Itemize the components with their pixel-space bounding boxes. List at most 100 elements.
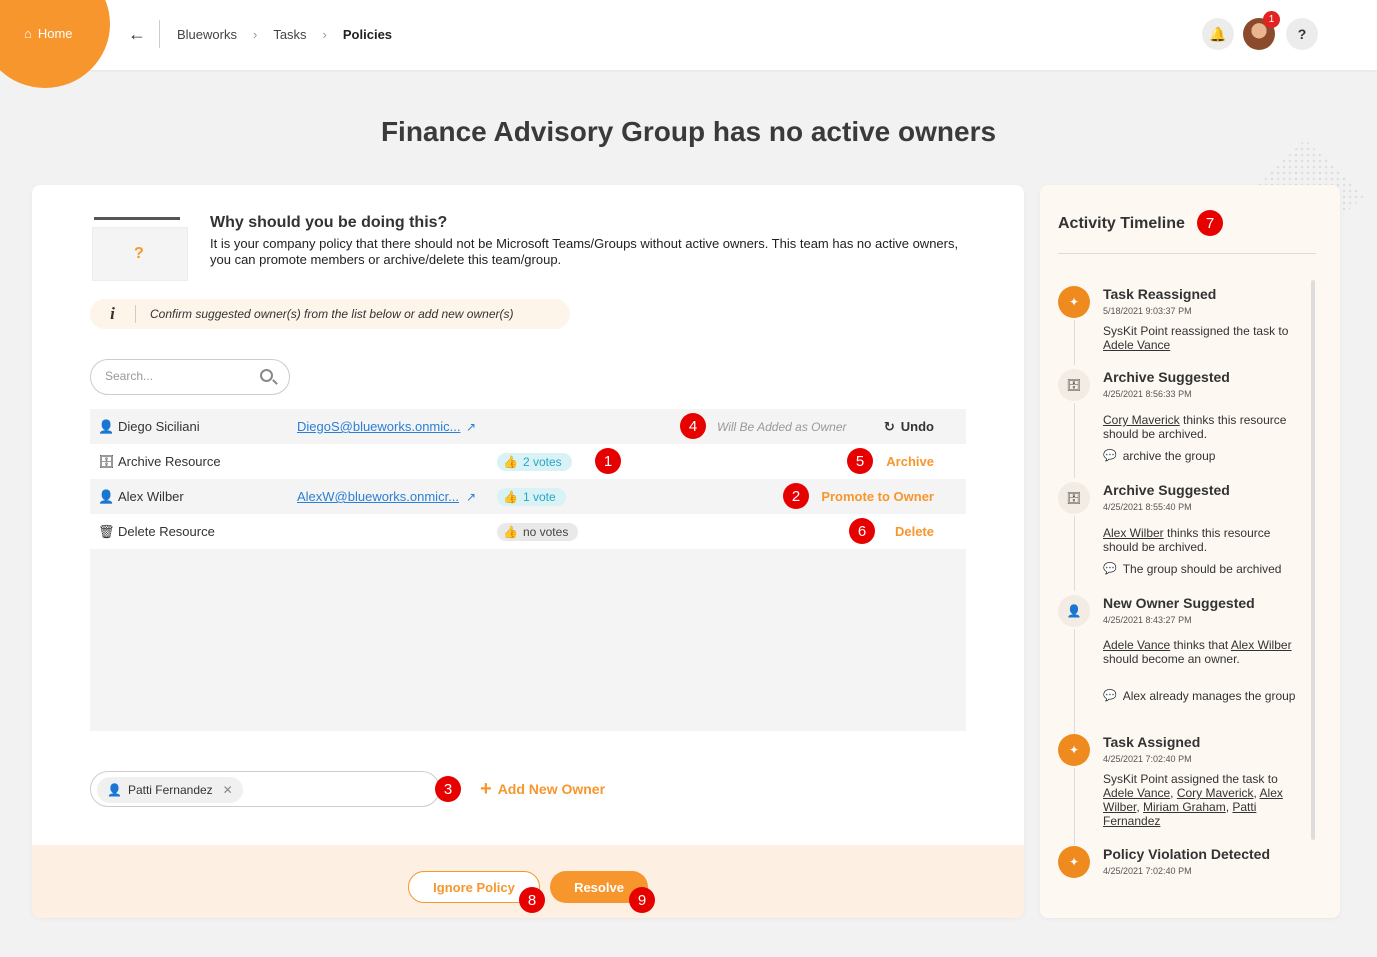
table-row: 👤 Diego Siciliani DiegoS@blueworks.onmic… — [90, 409, 966, 444]
promote-to-owner-button[interactable]: Promote to Owner — [821, 489, 934, 504]
new-owner-input[interactable]: 👤 Patti Fernandez ✕ — [90, 771, 440, 807]
chevron-right-icon: › — [252, 27, 258, 42]
timeline-comment: 💬 archive the group — [1103, 449, 1303, 463]
timeline-time: 5/18/2021 9:03:37 PM — [1103, 306, 1192, 316]
timeline-text-part: SysKit Point assigned the task to — [1103, 772, 1278, 786]
timeline-heading: Archive Suggested — [1103, 369, 1230, 385]
timeline-text: Cory Maverick thinks this resource shoul… — [1103, 413, 1303, 441]
votes-label: 1 vote — [522, 489, 556, 504]
info-bar: i Confirm suggested owner(s) from the li… — [90, 299, 570, 329]
user-icon: 👤 — [98, 418, 115, 434]
timeline-time: 4/25/2021 8:56:33 PM — [1103, 389, 1192, 399]
scrollbar[interactable] — [1311, 280, 1315, 840]
person-link[interactable]: Alex Wilber — [1103, 526, 1164, 540]
search-input[interactable] — [105, 369, 245, 383]
notifications-button[interactable]: 🔔 — [1202, 18, 1234, 50]
help-button[interactable]: ? — [1286, 18, 1318, 50]
undo-label: Undo — [900, 419, 934, 434]
task-icon: ✦ — [1058, 286, 1090, 318]
comment-text: Alex already manages the group — [1122, 689, 1296, 703]
info-icon: i — [90, 305, 136, 323]
timeline-heading: Task Assigned — [1103, 734, 1201, 750]
undo-icon: ↻ — [883, 418, 895, 434]
timeline-comment: 💬 The group should be archived — [1103, 562, 1303, 576]
row-email-link[interactable]: DiegoS@blueworks.onmic... — [297, 419, 460, 434]
marker-badge: 2 — [783, 483, 809, 509]
comment-icon: 💬 — [1103, 563, 1117, 575]
user-icon: 👤 — [107, 783, 122, 797]
timeline-text: Alex Wilber thinks this resource should … — [1103, 526, 1303, 554]
votes-badge[interactable]: 👍 no votes — [497, 522, 579, 541]
divider — [159, 20, 160, 48]
person-link[interactable]: Alex Wilber — [1231, 638, 1292, 652]
votes-badge[interactable]: 👍 1 vote — [497, 487, 566, 506]
table-row: 👤 Alex Wilber AlexW@blueworks.onmicr... … — [90, 479, 966, 514]
search-icon[interactable] — [260, 369, 273, 382]
marker-badge: 4 — [680, 413, 706, 439]
person-link[interactable]: Adele Vance — [1103, 638, 1170, 652]
person-link[interactable]: Cory Maverick — [1177, 786, 1254, 800]
comment-text: The group should be archived — [1122, 562, 1282, 576]
external-link-icon[interactable]: ↗ — [466, 490, 476, 504]
timeline-heading: New Owner Suggested — [1103, 595, 1255, 611]
votes-label: no votes — [522, 524, 569, 539]
person-link[interactable]: Adele Vance — [1103, 338, 1170, 352]
remove-chip-icon[interactable]: ✕ — [223, 783, 233, 797]
person-link[interactable]: Adele Vance — [1103, 786, 1170, 800]
breadcrumb-tasks[interactable]: Tasks — [273, 27, 306, 42]
card-footer: Ignore Policy 8 Resolve 9 — [32, 845, 1024, 918]
timeline-text-part: thinks that — [1173, 638, 1229, 652]
undo-button[interactable]: ↻ Undo — [884, 419, 934, 435]
timeline-time: 4/25/2021 7:02:40 PM — [1103, 866, 1192, 876]
chevron-right-icon: › — [322, 27, 327, 42]
plus-icon: + — [480, 778, 492, 800]
row-name: Archive Resource — [118, 454, 221, 469]
policy-card: ? Why should you be doing this? It is yo… — [32, 185, 1024, 918]
bell-icon: 🔔 — [1209, 25, 1227, 42]
owner-chip-label: Patti Fernandez — [127, 783, 213, 797]
table-row: 🗑 Delete Resource 👍 no votes 6 Delete — [90, 514, 966, 549]
person-link[interactable]: Miriam Graham — [1143, 800, 1226, 814]
row-name: Alex Wilber — [118, 489, 184, 504]
delete-button[interactable]: Delete — [895, 524, 934, 539]
back-arrow-icon[interactable]: ← — [128, 24, 146, 45]
add-user-icon: 👤 — [1058, 595, 1090, 627]
info-text: Confirm suggested owner(s) from the list… — [150, 307, 514, 321]
notification-count-badge: 1 — [1263, 11, 1280, 28]
person-link[interactable]: Cory Maverick — [1103, 413, 1180, 427]
trash-icon: 🗑 — [98, 523, 115, 539]
owner-chip: 👤 Patti Fernandez ✕ — [97, 777, 243, 803]
home-button[interactable]: ⌂ Home — [24, 26, 73, 41]
timeline-heading: Archive Suggested — [1103, 482, 1230, 498]
timeline-time: 4/25/2021 8:43:27 PM — [1103, 615, 1192, 625]
breadcrumb: Blueworks › Tasks › Policies — [177, 27, 392, 42]
votes-badge[interactable]: 👍 2 votes — [497, 452, 572, 471]
row-name: Delete Resource — [118, 524, 215, 539]
votes-label: 2 votes — [522, 454, 562, 469]
why-body: It is your company policy that there sho… — [210, 236, 959, 267]
timeline-text-part: should become an owner. — [1103, 652, 1240, 666]
breadcrumb-blueworks[interactable]: Blueworks — [177, 27, 237, 42]
candidates-table: 👤 Diego Siciliani DiegoS@blueworks.onmic… — [90, 409, 966, 731]
add-new-owner-button[interactable]: + Add New Owner — [480, 778, 605, 800]
timeline-heading: Policy Violation Detected — [1103, 846, 1271, 862]
task-icon: ✦ — [1058, 846, 1090, 878]
search-box — [90, 359, 290, 395]
timeline-item: ✦ Task Assigned 4/25/2021 7:02:40 PM Sys… — [1058, 734, 1308, 834]
archive-button[interactable]: Archive — [886, 454, 934, 469]
comment-icon: 💬 — [1103, 690, 1117, 702]
row-status: Will Be Added as Owner — [717, 419, 847, 434]
top-bar: ⌂ Home ← Blueworks › Tasks › Policies 🔔 … — [0, 0, 1377, 88]
timeline-text: SysKit Point reassigned the task to Adel… — [1103, 324, 1303, 352]
why-title: Why should you be doing this? — [210, 214, 448, 231]
row-name: Diego Siciliani — [118, 419, 200, 434]
breadcrumb-policies: Policies — [342, 27, 393, 42]
marker-badge: 9 — [629, 887, 655, 913]
comment-icon: 💬 — [1103, 450, 1117, 462]
comment-text: archive the group — [1122, 449, 1216, 463]
row-email-link[interactable]: AlexW@blueworks.onmicr... — [297, 489, 459, 504]
external-link-icon[interactable]: ↗ — [466, 420, 476, 434]
marker-badge: 1 — [595, 448, 621, 474]
thumbs-up-icon: 👍 — [503, 454, 518, 469]
timeline-title: Activity Timeline — [1058, 215, 1185, 232]
